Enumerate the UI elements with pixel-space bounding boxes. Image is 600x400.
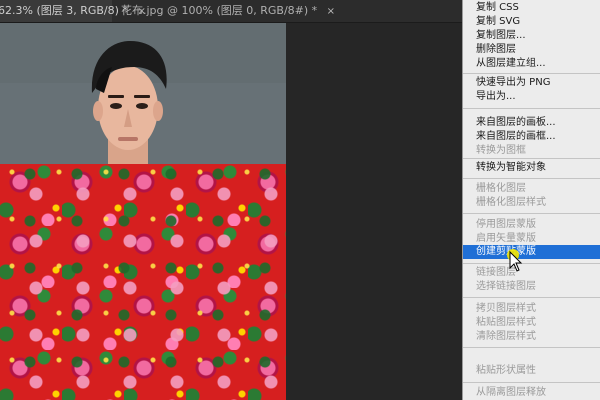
floral-cloth-layer	[0, 164, 286, 400]
document-tab-bar: 62.3% (图层 3, RGB/8) * × 花布.jpg @ 100% (图…	[0, 0, 462, 23]
menu-item-duplicate-layer[interactable]: 复制图层...	[463, 29, 600, 43]
menu-item-copy-svg[interactable]: 复制 SVG	[463, 15, 600, 29]
menu-item-rasterize-layer: 栅格化图层	[476, 183, 526, 194]
menu-separator	[463, 178, 600, 179]
menu-item-export-as[interactable]: 导出为...	[463, 90, 600, 104]
menu-separator	[463, 347, 600, 348]
menu-item-clear-layer-style: 清除图层样式	[476, 331, 536, 342]
canvas-area[interactable]	[0, 23, 462, 400]
menu-item-select-linked-layers: 选择链接图层	[476, 281, 536, 292]
document-tab-active[interactable]: 62.3% (图层 3, RGB/8) * ×	[0, 0, 146, 22]
menu-item-quick-export-png[interactable]: 快速导出为 PNG	[463, 76, 600, 90]
menu-separator	[463, 158, 600, 159]
menu-item-enable-vector-mask: 启用矢量蒙版	[476, 233, 536, 244]
portrait-image	[0, 23, 286, 164]
menu-separator	[463, 263, 600, 264]
menu-item-delete-layer[interactable]: 删除图层	[463, 43, 600, 57]
layer-context-menu: 复制 CSS 复制 SVG 复制图层... 删除图层 从图层建立组... 快速导…	[462, 0, 600, 400]
tab-label: 花布.jpg @ 100% (图层 0, RGB/8#) *	[121, 4, 318, 17]
menu-separator	[463, 297, 600, 298]
photoshop-window: 62.3% (图层 3, RGB/8) * × 花布.jpg @ 100% (图…	[0, 0, 600, 400]
menu-separator	[463, 73, 600, 74]
mouse-pointer-icon	[507, 249, 523, 272]
menu-item-copy-css[interactable]: 复制 CSS	[463, 1, 600, 15]
menu-item-disable-layer-mask: 停用图层蒙版	[476, 219, 536, 230]
menu-item-copy-layer-style: 拷贝图层样式	[476, 303, 536, 314]
menu-item-rasterize-layer-style: 栅格化图层样式	[476, 197, 546, 208]
close-tab-icon[interactable]: ×	[327, 1, 335, 23]
floral-pattern	[0, 164, 286, 400]
menu-separator	[463, 213, 600, 214]
menu-item-create-clipping-mask[interactable]: 创建剪贴蒙版	[463, 245, 600, 259]
menu-item-frame-from-layers[interactable]: 来自图层的画框...	[463, 130, 600, 144]
menu-item-artboard-from-layers[interactable]: 来自图层的画板...	[463, 116, 600, 130]
menu-item-paste-shape-attributes: 粘贴形状属性	[476, 365, 536, 376]
menu-separator	[463, 108, 600, 109]
menu-item-release-from-isolation: 从隔离图层释放	[476, 387, 546, 398]
menu-item-convert-to-frame: 转换为图框	[476, 145, 526, 156]
menu-item-group-from-layers[interactable]: 从图层建立组...	[463, 57, 600, 71]
menu-item-link-layers: 链接图层	[476, 267, 516, 278]
document-tab-flower-cloth[interactable]: 花布.jpg @ 100% (图层 0, RGB/8#) * ×	[121, 0, 335, 22]
menu-separator	[463, 382, 600, 383]
menu-item-paste-layer-style: 粘贴图层样式	[476, 317, 536, 328]
tab-label: 62.3% (图层 3, RGB/8) *	[0, 4, 128, 17]
portrait-photo-layer	[0, 23, 286, 164]
menu-item-convert-to-smart-object[interactable]: 转换为智能对象	[463, 161, 600, 175]
